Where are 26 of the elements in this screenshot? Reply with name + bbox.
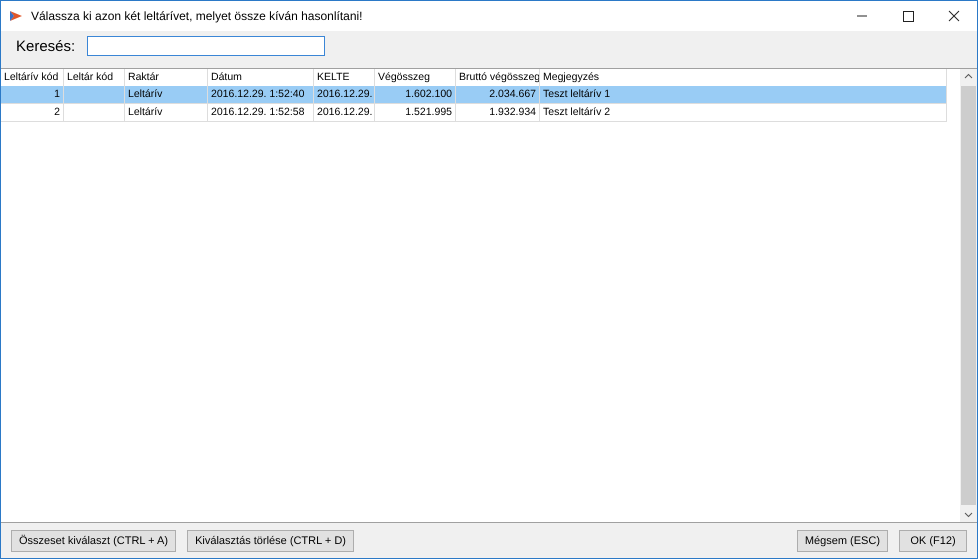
table-cell: 1.521.995: [375, 104, 456, 121]
table-cell: Teszt leltárív 1: [540, 86, 947, 103]
table-cell: 2016.12.29. 1:52:40: [208, 86, 314, 103]
dialog-button[interactable]: Mégsem (ESC): [796, 530, 888, 552]
scroll-thumb[interactable]: [961, 86, 976, 505]
table-cell: 2016.12.29.: [314, 86, 375, 103]
search-label: Keresés:: [16, 38, 76, 54]
table-cell: 1.932.934: [456, 104, 540, 121]
scrollbar[interactable]: [960, 69, 977, 522]
table-cell: 2016.12.29.: [314, 104, 375, 121]
table-cell: 2016.12.29. 1:52:58: [208, 104, 314, 121]
app-icon: [9, 9, 23, 23]
table-cell: Teszt leltárív 2: [540, 104, 947, 121]
table-cell: 2: [1, 104, 64, 121]
action-button[interactable]: Összeset kiválaszt (CTRL + A): [11, 530, 176, 552]
table-cell: 1: [1, 86, 64, 103]
table-row[interactable]: 1 Leltárív 2016.12.29. 1:52:40 2016.12.29. 1.602.100 2.034.667 Teszt leltárív 1: [1, 86, 947, 104]
table-cell: 1.602.100: [375, 86, 456, 103]
window-title: Válassza ki azon két leltárívet, melyet össze kíván hasonlítani!: [31, 9, 364, 23]
table-cell: Leltárív: [125, 104, 208, 121]
table-row[interactable]: 2 Leltárív 2016.12.29. 1:52:58 2016.12.29. 1.521.995 1.932.934 Teszt leltárív 2: [1, 104, 947, 122]
dialog-button[interactable]: OK (F12): [899, 530, 967, 552]
action-button[interactable]: Kiválasztás törlése (CTRL + D): [187, 530, 354, 552]
table-cell: 2.034.667: [456, 86, 540, 103]
search-field[interactable]: [87, 36, 326, 56]
table-cell: Leltárív: [125, 86, 208, 103]
